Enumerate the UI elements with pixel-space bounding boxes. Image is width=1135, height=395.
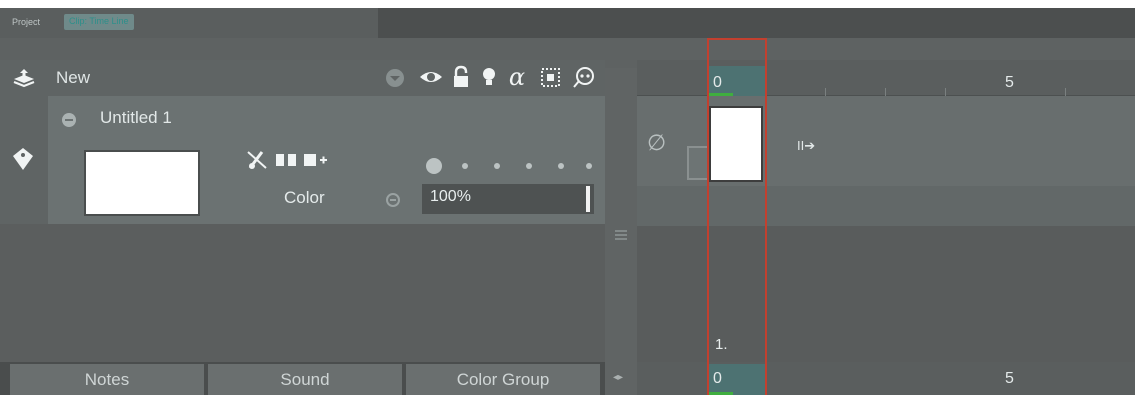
swatch-dot[interactable] — [526, 163, 532, 169]
tab-notes[interactable]: Notes — [10, 364, 204, 395]
no-paint-icon[interactable] — [244, 148, 270, 172]
swatch-large-dot[interactable] — [426, 158, 442, 174]
onion-skin-icon[interactable] — [570, 64, 598, 90]
swatch-dot[interactable] — [558, 163, 564, 169]
ruler-tick — [1065, 88, 1066, 96]
panel-splitter[interactable]: ◂▸ — [605, 68, 637, 395]
alpha-icon[interactable]: α — [504, 64, 530, 90]
mirror-icon[interactable] — [274, 150, 298, 170]
opacity-field[interactable]: 100% — [422, 184, 594, 214]
playhead[interactable] — [707, 38, 767, 395]
resize-arrows-icon[interactable]: ◂▸ — [613, 372, 623, 383]
layer-tag-icon[interactable] — [10, 146, 36, 172]
swatch-dot[interactable] — [462, 163, 468, 169]
tab-project[interactable]: Project — [12, 17, 40, 27]
eye-icon[interactable] — [418, 64, 444, 90]
swatch-dot[interactable] — [586, 163, 592, 169]
ruler-tick — [825, 88, 826, 96]
layer-name[interactable]: Untitled 1 — [100, 108, 172, 128]
grip-icon[interactable] — [614, 228, 628, 242]
empty-cell-icon: ∅ — [647, 130, 667, 155]
layer-tag-column — [0, 96, 48, 224]
add-layer-icon[interactable] — [12, 68, 36, 88]
layer-list-empty-area — [0, 224, 605, 362]
new-layer-label[interactable]: New — [56, 68, 90, 88]
ruler-label-5: 5 — [1005, 370, 1014, 387]
tab-clip-timeline[interactable]: Clip: Time Line — [64, 14, 134, 30]
minus-icon[interactable] — [386, 193, 400, 207]
opacity-slider-handle[interactable] — [586, 186, 590, 212]
layer-tools — [244, 148, 364, 172]
collapse-icon[interactable] — [62, 113, 76, 127]
layer-thumbnail — [84, 150, 200, 216]
mask-icon[interactable] — [538, 64, 564, 90]
tab-color-group[interactable]: Color Group — [406, 364, 600, 395]
lock-icon[interactable] — [450, 64, 472, 90]
bottom-tab-bar: Notes Sound Color Group — [0, 362, 605, 395]
dropdown-icon[interactable] — [386, 69, 404, 87]
tab-sound[interactable]: Sound — [208, 364, 402, 395]
ruler-tick — [885, 88, 886, 96]
add-frame-icon[interactable] — [302, 150, 328, 170]
lightbulb-icon[interactable] — [478, 64, 500, 90]
xsheet-panel: Project Clip: Time Line New α Untitled 1… — [0, 8, 1135, 395]
extend-arrow-icon[interactable]: II➔ — [797, 138, 815, 154]
ruler-tick — [945, 88, 946, 96]
tab-strip — [0, 8, 378, 38]
tab-bar: Project Clip: Time Line — [0, 8, 1135, 38]
ruler-label-5: 5 — [1005, 74, 1014, 91]
playhead-top — [707, 38, 767, 40]
layer-header: New α — [0, 60, 605, 96]
keyframe-tab[interactable] — [687, 146, 709, 180]
color-label: Color — [284, 188, 325, 207]
layer-row[interactable]: Untitled 1 Color 100% — [48, 96, 605, 224]
swatch-dot[interactable] — [494, 163, 500, 169]
